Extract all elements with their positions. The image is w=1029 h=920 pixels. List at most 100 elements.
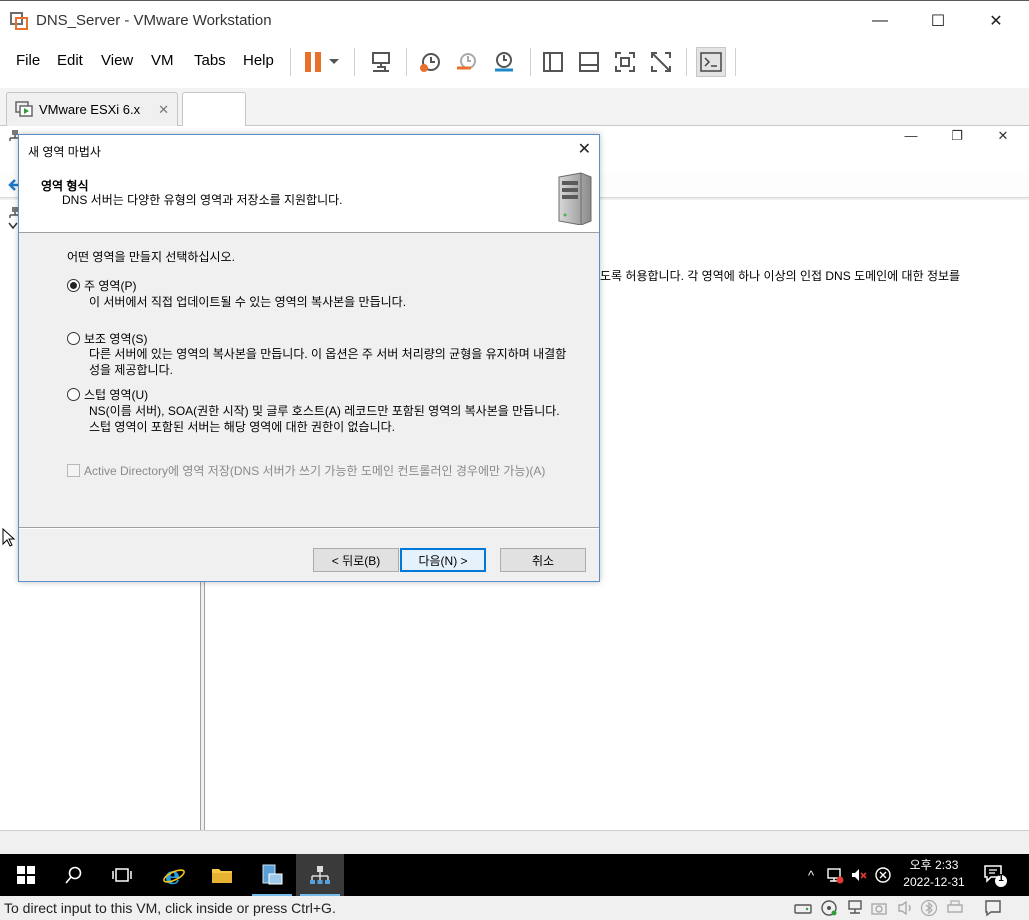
menu-help[interactable]: Help (243, 52, 274, 69)
power-dropdown-button[interactable] (324, 48, 344, 76)
zone-type-prompt: 어떤 영역을 만들지 선택하십시오. (67, 250, 235, 264)
window-title: DNS_Server - VMware Workstation (36, 12, 272, 29)
dns-manager-taskbar-button[interactable] (296, 854, 344, 896)
search-icon (65, 866, 82, 884)
send-ctrl-alt-del-button[interactable] (367, 48, 395, 76)
console-view-button[interactable] (696, 47, 726, 77)
mmc-status-bar (0, 830, 1029, 854)
internet-explorer-icon: e (163, 863, 185, 887)
sidebar-layout-icon (543, 52, 563, 72)
snapshot-manager-button[interactable] (490, 48, 518, 76)
menu-edit[interactable]: Edit (57, 52, 83, 69)
show-hidden-icons-button[interactable]: ^ (802, 866, 820, 884)
back-button[interactable]: < 뒤로(B) (313, 548, 399, 572)
stub-zone-label[interactable]: 스텁 영역(U) (84, 386, 148, 403)
tab-label: VMware ESXi 6.x (39, 102, 141, 117)
show-library-button[interactable] (539, 48, 567, 76)
dialog-title: 새 영역 마법사 (28, 145, 101, 159)
dns-manager-icon (310, 866, 330, 884)
secondary-zone-radio[interactable] (67, 332, 80, 345)
mouse-cursor-icon (2, 528, 16, 547)
snapshot-take-button[interactable] (416, 48, 444, 76)
cancel-button[interactable]: 취소 (500, 548, 586, 572)
internet-explorer-button[interactable]: e (150, 854, 198, 896)
pause-icon (305, 52, 321, 72)
notification-count: 1 (998, 873, 1004, 884)
mmc-minimize-button[interactable]: — (896, 128, 926, 148)
menu-file[interactable]: File (16, 52, 40, 69)
sound-card-icon[interactable] (896, 899, 914, 917)
file-explorer-button[interactable] (198, 854, 246, 896)
tab-bar: VMware ESXi 6.x ✕ (0, 88, 1029, 126)
pause-button[interactable] (299, 48, 327, 76)
secondary-zone-option[interactable]: 보조 영역(S) (67, 330, 148, 347)
cd-dvd-icon[interactable] (820, 899, 838, 917)
close-button[interactable]: ✕ (976, 7, 1016, 35)
action-center-button[interactable]: 1 (982, 862, 1008, 888)
printer-icon[interactable] (946, 899, 964, 917)
snapshot-revert-icon (457, 53, 476, 70)
wizard-body: 어떤 영역을 만들지 선택하십시오. 주 영역(P) 이 서버에서 직접 업데이… (19, 234, 599, 526)
windows-taskbar: e ^ 오후 2:33 2022-12-31 1 (0, 854, 1029, 896)
error-circle-icon[interactable] (874, 866, 892, 884)
primary-zone-option[interactable]: 주 영역(P) (67, 277, 136, 294)
ad-store-zone-option: Active Directory에 영역 저장(DNS 서버가 쓰기 가능한 도… (67, 463, 554, 479)
camera-icon[interactable] (870, 899, 888, 917)
full-screen-button[interactable] (611, 48, 639, 76)
maximize-button[interactable]: ☐ (918, 7, 958, 35)
window-titlebar: DNS_Server - VMware Workstation — ☐ ✕ (0, 0, 1029, 40)
stub-zone-description: NS(이름 서버), SOA(권한 시작) 및 글루 호스트(A) 레코드만 포… (89, 404, 560, 434)
toolbar-separator (354, 48, 355, 76)
server-manager-button[interactable] (248, 854, 296, 896)
server-tower-icon (558, 172, 592, 225)
wizard-header: 영역 형식 DNS 서버는 다양한 유형의 영역과 저장소를 지원합니다. (19, 165, 599, 233)
dialog-close-button[interactable]: ✕ (578, 139, 591, 159)
bluetooth-icon[interactable] (920, 899, 938, 917)
chevron-down-icon (329, 59, 339, 64)
hard-disk-icon[interactable] (794, 899, 812, 917)
folder-icon (212, 869, 232, 883)
ad-store-zone-checkbox (67, 464, 80, 477)
task-view-icon (112, 868, 132, 882)
windows-logo-icon (17, 866, 35, 884)
minimize-button[interactable]: — (860, 7, 900, 35)
network-computer-icon (372, 52, 390, 72)
volume-muted-icon[interactable] (850, 866, 868, 884)
stub-zone-radio[interactable] (67, 388, 80, 401)
clock-date: 2022-12-31 (903, 875, 965, 889)
server-manager-icon (262, 864, 283, 885)
next-button[interactable]: 다음(N) > (400, 548, 486, 572)
show-thumbnail-button[interactable] (575, 48, 603, 76)
radio-selected-dot (70, 282, 77, 289)
tab-close-button[interactable]: ✕ (158, 102, 169, 118)
network-error-icon[interactable] (826, 866, 844, 884)
primary-zone-label[interactable]: 주 영역(P) (84, 277, 136, 294)
menu-bar: File Edit View VM Tabs Help (0, 40, 1029, 84)
snapshot-manager-icon (495, 52, 513, 72)
network-adapter-icon[interactable] (846, 899, 864, 917)
status-message: To direct input to this VM, click inside… (4, 900, 336, 916)
message-log-icon[interactable] (984, 899, 1002, 917)
toolbar-separator (735, 48, 736, 76)
snapshot-revert-button[interactable] (453, 48, 481, 76)
mmc-restore-button[interactable]: ❐ (942, 128, 972, 148)
primary-zone-radio[interactable] (67, 279, 80, 292)
tab-vmware-esxi[interactable]: VMware ESXi 6.x ✕ (6, 92, 178, 126)
menu-tabs[interactable]: Tabs (194, 52, 226, 69)
menu-vm[interactable]: VM (151, 52, 174, 69)
start-button[interactable] (2, 854, 50, 896)
unity-button[interactable] (647, 48, 675, 76)
clock-icon (420, 53, 440, 72)
system-clock[interactable]: 오후 2:33 2022-12-31 (896, 857, 972, 891)
menu-view[interactable]: View (101, 52, 133, 69)
tab-blank[interactable] (182, 92, 246, 126)
terminal-icon (700, 52, 722, 72)
task-view-button[interactable] (98, 854, 146, 896)
mmc-close-button[interactable]: ✕ (988, 128, 1018, 148)
stub-zone-option[interactable]: 스텁 영역(U) (67, 386, 148, 403)
vmware-app-icon (10, 12, 28, 30)
search-button[interactable] (50, 854, 98, 896)
chevron-down-icon[interactable] (8, 222, 18, 230)
secondary-zone-label[interactable]: 보조 영역(S) (84, 330, 148, 347)
fullscreen-icon (615, 52, 635, 72)
